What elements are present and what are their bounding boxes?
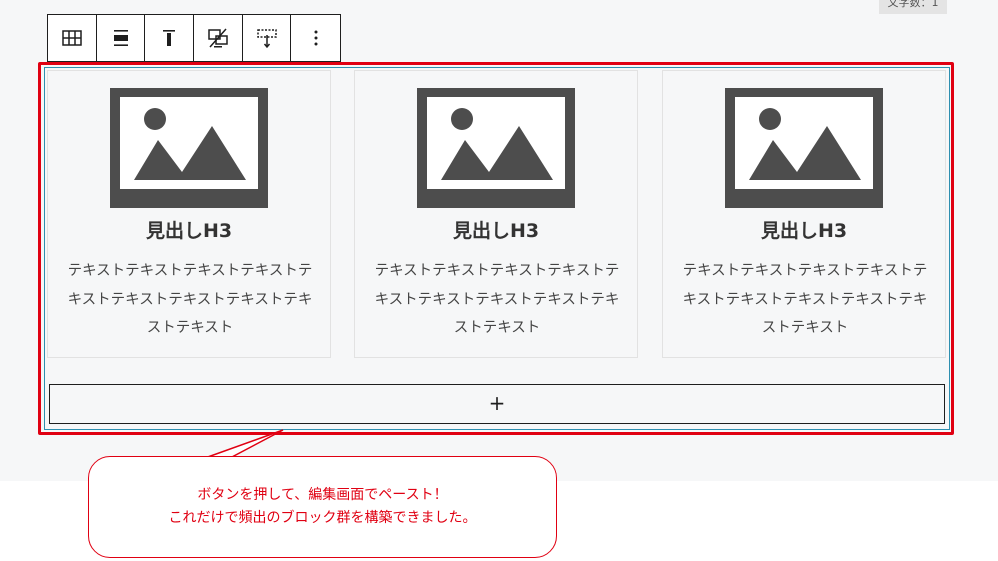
- vertical-align-button[interactable]: [145, 15, 195, 61]
- more-options-icon: [314, 30, 318, 46]
- column-card[interactable]: 見出しH3 テキストテキストテキストテキストテキストテキストテキストテキストテキ…: [662, 70, 946, 358]
- more-options-button[interactable]: [291, 15, 340, 61]
- add-block-button[interactable]: +: [49, 384, 945, 424]
- block-toolbar: [47, 14, 341, 62]
- column-card[interactable]: 見出しH3 テキストテキストテキストテキストテキストテキストテキストテキストテキ…: [47, 70, 331, 358]
- annotation-line-1: ボタンを押して、編集画面でペースト！: [197, 487, 448, 503]
- align-icon: [113, 30, 128, 46]
- column-heading[interactable]: 見出しH3: [48, 216, 330, 243]
- column-heading[interactable]: 見出しH3: [355, 216, 637, 243]
- character-count: 文字数：1: [879, 0, 947, 14]
- min-height-button[interactable]: [243, 15, 292, 61]
- column-text[interactable]: テキストテキストテキストテキストテキストテキストテキストテキストテキストテキスト: [66, 257, 314, 343]
- column-text[interactable]: テキストテキストテキストテキストテキストテキストテキストテキストテキストテキスト: [681, 257, 929, 343]
- image-placeholder-icon: [725, 88, 883, 208]
- min-height-icon: [256, 29, 277, 49]
- vertical-align-top-icon: [163, 30, 176, 46]
- annotation-callout: ボタンを押して、編集画面でペースト！ これだけで頻出のブロック群を構築できました…: [88, 456, 557, 558]
- image-placeholder-icon: [110, 88, 268, 208]
- stack-on-mobile-button[interactable]: [194, 15, 243, 61]
- block-type-button[interactable]: [48, 15, 97, 61]
- block-type-icon: [62, 30, 82, 46]
- image-placeholder-icon: [417, 88, 575, 208]
- column-heading[interactable]: 見出しH3: [663, 216, 945, 243]
- align-button[interactable]: [97, 15, 146, 61]
- column-text[interactable]: テキストテキストテキストテキストテキストテキストテキストテキストテキストテキスト: [373, 257, 621, 343]
- annotation-line-2: これだけで頻出のブロック群を構築できました。: [168, 510, 477, 526]
- stack-on-mobile-icon: [208, 28, 228, 48]
- column-card[interactable]: 見出しH3 テキストテキストテキストテキストテキストテキストテキストテキストテキ…: [354, 70, 638, 358]
